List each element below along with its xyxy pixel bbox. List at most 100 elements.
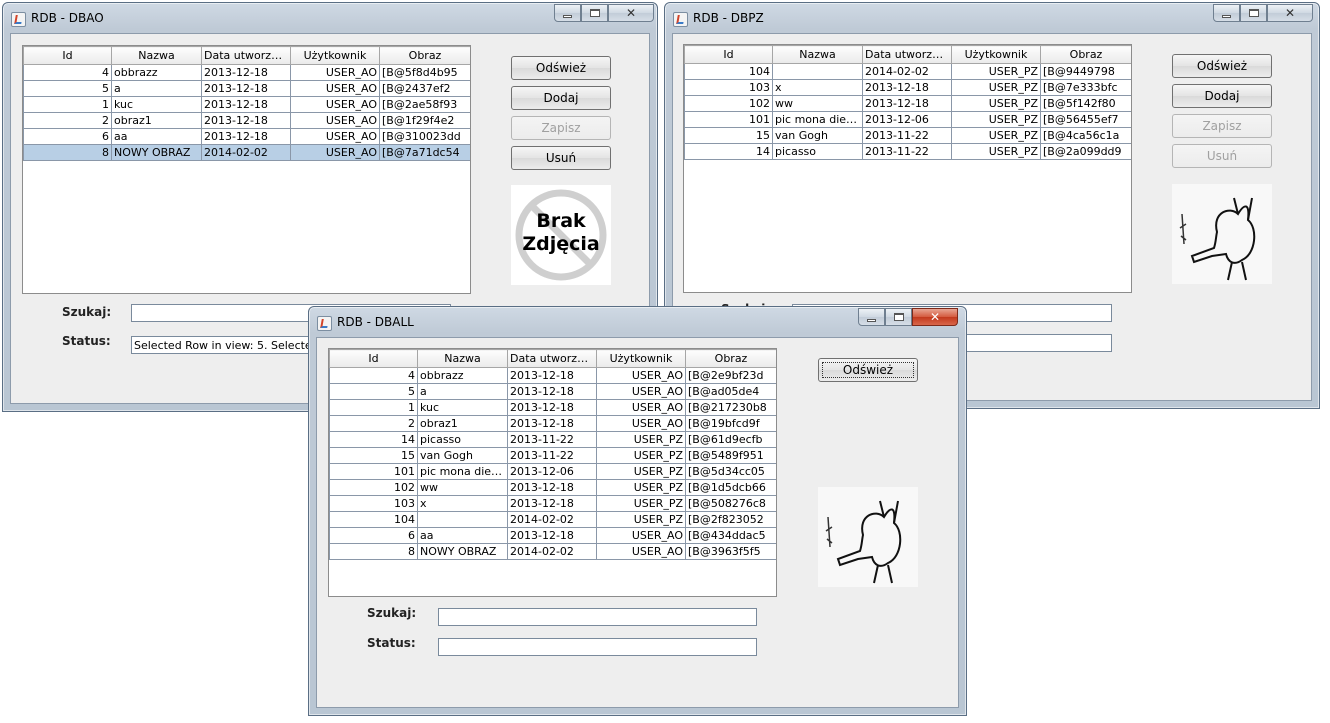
table-row[interactable]: 1 kuc 2013-12-18 USER_AO [B@217230b8 <box>329 399 776 416</box>
table-row[interactable]: 4 obbrazz 2013-12-18 USER_AO [B@5f8d4b95 <box>23 64 470 81</box>
table-row[interactable]: 2 obraz1 2013-12-18 USER_AO [B@19bfcd9f <box>329 415 776 432</box>
close-button[interactable]: ✕ <box>608 4 654 22</box>
cell-date: 2013-11-22 <box>507 431 597 448</box>
status-field <box>438 638 757 656</box>
delete-button[interactable]: Usuń <box>1172 144 1272 168</box>
records-table[interactable]: Id Nazwa Data utworzen... Użytkownik Obr… <box>328 348 777 597</box>
records-table[interactable]: Id Nazwa Data utworzen... Użytkownik Obr… <box>683 44 1132 293</box>
column-header-id[interactable]: Id <box>329 349 418 368</box>
cell-user: USER_PZ <box>596 495 686 512</box>
table-row[interactable]: 103 x 2013-12-18 USER_PZ [B@7e333bfc <box>684 79 1131 96</box>
cell-name: x <box>772 79 863 96</box>
cell-date: 2014-02-02 <box>507 511 597 528</box>
column-header-user[interactable]: Użytkownik <box>290 46 380 65</box>
cell-user: USER_AO <box>290 64 380 81</box>
table-row[interactable]: 101 pic mona dies... 2013-12-06 USER_PZ [B@5… <box>684 111 1131 128</box>
column-header-date[interactable]: Data utworzen... <box>507 349 597 368</box>
table-row[interactable]: 104 2014-02-02 USER_PZ [B@2f823052 <box>329 511 776 528</box>
table-row[interactable]: 104 2014-02-02 USER_PZ [B@9449798 <box>684 63 1131 80</box>
table-row[interactable]: 14 picasso 2013-11-22 USER_PZ [B@61d9ecfb <box>329 431 776 448</box>
table-row[interactable]: 2 obraz1 2013-12-18 USER_AO [B@1f29f4e2 <box>23 112 470 129</box>
cell-image: [B@5f142f80 <box>1040 95 1131 112</box>
column-header-date[interactable]: Data utworzen... <box>201 46 291 65</box>
cell-image: [B@2f823052 <box>685 511 776 528</box>
cell-name: van Gogh <box>772 127 863 144</box>
cell-name: obraz1 <box>417 415 508 432</box>
save-button[interactable]: Zapisz <box>1172 114 1272 138</box>
search-input[interactable] <box>438 608 757 626</box>
cell-name: picasso <box>772 143 863 160</box>
cell-date: 2013-12-06 <box>507 463 597 480</box>
status-label: Status: <box>62 334 111 348</box>
column-header-id[interactable]: Id <box>23 46 112 65</box>
table-row[interactable]: 6 aa 2013-12-18 USER_AO [B@310023dd <box>23 128 470 145</box>
table-row[interactable]: 102 ww 2013-12-18 USER_PZ [B@1d5dcb66 <box>329 479 776 496</box>
title-bar[interactable]: RDB - DBALL ✕ <box>309 307 966 337</box>
table-row[interactable]: 15 van Gogh 2013-11-22 USER_PZ [B@5489f951 <box>329 447 776 464</box>
minimize-button[interactable] <box>858 308 885 326</box>
cell-image: [B@4ca56c1a <box>1040 127 1131 144</box>
cell-user: USER_PZ <box>951 127 1041 144</box>
cartoon-sketch-image <box>825 500 902 584</box>
table-row[interactable]: 5 a 2013-12-18 USER_AO [B@ad05de4 <box>329 383 776 400</box>
minimize-button[interactable] <box>554 4 581 22</box>
maximize-button[interactable] <box>1240 4 1267 22</box>
column-header-name[interactable]: Nazwa <box>417 349 508 368</box>
cell-name: kuc <box>111 96 202 113</box>
table-row[interactable]: 6 aa 2013-12-18 USER_AO [B@434ddac5 <box>329 527 776 544</box>
cell-image: [B@7e333bfc <box>1040 79 1131 96</box>
refresh-button[interactable]: Odśwież <box>511 56 611 80</box>
cell-name: aa <box>111 128 202 145</box>
title-bar[interactable]: RDB - DBAO ✕ <box>3 3 657 33</box>
column-header-date[interactable]: Data utworzen... <box>862 45 952 64</box>
cell-date: 2013-12-18 <box>201 128 291 145</box>
cell-name: a <box>111 80 202 97</box>
column-header-name[interactable]: Nazwa <box>111 46 202 65</box>
minimize-button[interactable] <box>1213 4 1240 22</box>
refresh-button[interactable]: Odśwież <box>1172 54 1272 78</box>
refresh-button[interactable]: Odśwież <box>818 358 918 382</box>
column-header-user[interactable]: Użytkownik <box>596 349 686 368</box>
table-row[interactable]: 15 van Gogh 2013-11-22 USER_PZ [B@4ca56c1a <box>684 127 1131 144</box>
table-row[interactable]: 103 x 2013-12-18 USER_PZ [B@508276c8 <box>329 495 776 512</box>
cell-date: 2013-12-18 <box>507 415 597 432</box>
add-button[interactable]: Dodaj <box>1172 84 1272 108</box>
table-row[interactable]: 8 NOWY OBRAZ 2014-02-02 USER_AO [B@3963f5f5 <box>329 543 776 560</box>
column-header-user[interactable]: Użytkownik <box>951 45 1041 64</box>
table-row[interactable]: 1 kuc 2013-12-18 USER_AO [B@2ae58f93 <box>23 96 470 113</box>
cell-user: USER_AO <box>596 527 686 544</box>
close-button[interactable]: ✕ <box>1267 4 1313 22</box>
cell-image: [B@61d9ecfb <box>685 431 776 448</box>
cell-id: 5 <box>329 383 418 400</box>
title-bar[interactable]: RDB - DBPZ ✕ <box>665 3 1319 33</box>
column-header-image[interactable]: Obraz <box>685 349 776 368</box>
cell-date: 2013-12-18 <box>201 96 291 113</box>
table-row[interactable]: 14 picasso 2013-11-22 USER_PZ [B@2a099dd9 <box>684 143 1131 160</box>
column-header-image[interactable]: Obraz <box>379 46 470 65</box>
column-header-id[interactable]: Id <box>684 45 773 64</box>
no-image-line2: Zdjęcia <box>522 233 600 255</box>
cell-date: 2013-12-18 <box>507 479 597 496</box>
cell-user: USER_AO <box>290 80 380 97</box>
records-table[interactable]: Id Nazwa Data utworzen... Użytkownik Obr… <box>22 45 471 294</box>
save-button[interactable]: Zapisz <box>511 116 611 140</box>
cell-id: 15 <box>684 127 773 144</box>
delete-button[interactable]: Usuń <box>511 146 611 170</box>
table-row[interactable]: 5 a 2013-12-18 USER_AO [B@2437ef2 <box>23 80 470 97</box>
cell-user: USER_AO <box>596 367 686 384</box>
cell-date: 2013-11-22 <box>507 447 597 464</box>
table-row[interactable]: 8 NOWY OBRAZ 2014-02-02 USER_AO [B@7a71dc54 <box>23 144 470 161</box>
table-row[interactable]: 4 obbrazz 2013-12-18 USER_AO [B@2e9bf23d <box>329 367 776 384</box>
column-header-image[interactable]: Obraz <box>1040 45 1131 64</box>
maximize-button[interactable] <box>581 4 608 22</box>
table-row[interactable]: 101 pic mona dies... 2013-12-06 USER_PZ [B@5… <box>329 463 776 480</box>
add-button[interactable]: Dodaj <box>511 86 611 110</box>
close-button[interactable]: ✕ <box>912 308 958 326</box>
maximize-button[interactable] <box>885 308 912 326</box>
table-row[interactable]: 102 ww 2013-12-18 USER_PZ [B@5f142f80 <box>684 95 1131 112</box>
cell-date: 2013-12-18 <box>201 64 291 81</box>
column-header-name[interactable]: Nazwa <box>772 45 863 64</box>
cell-id: 102 <box>684 95 773 112</box>
cell-id: 101 <box>329 463 418 480</box>
cell-user: USER_AO <box>290 96 380 113</box>
